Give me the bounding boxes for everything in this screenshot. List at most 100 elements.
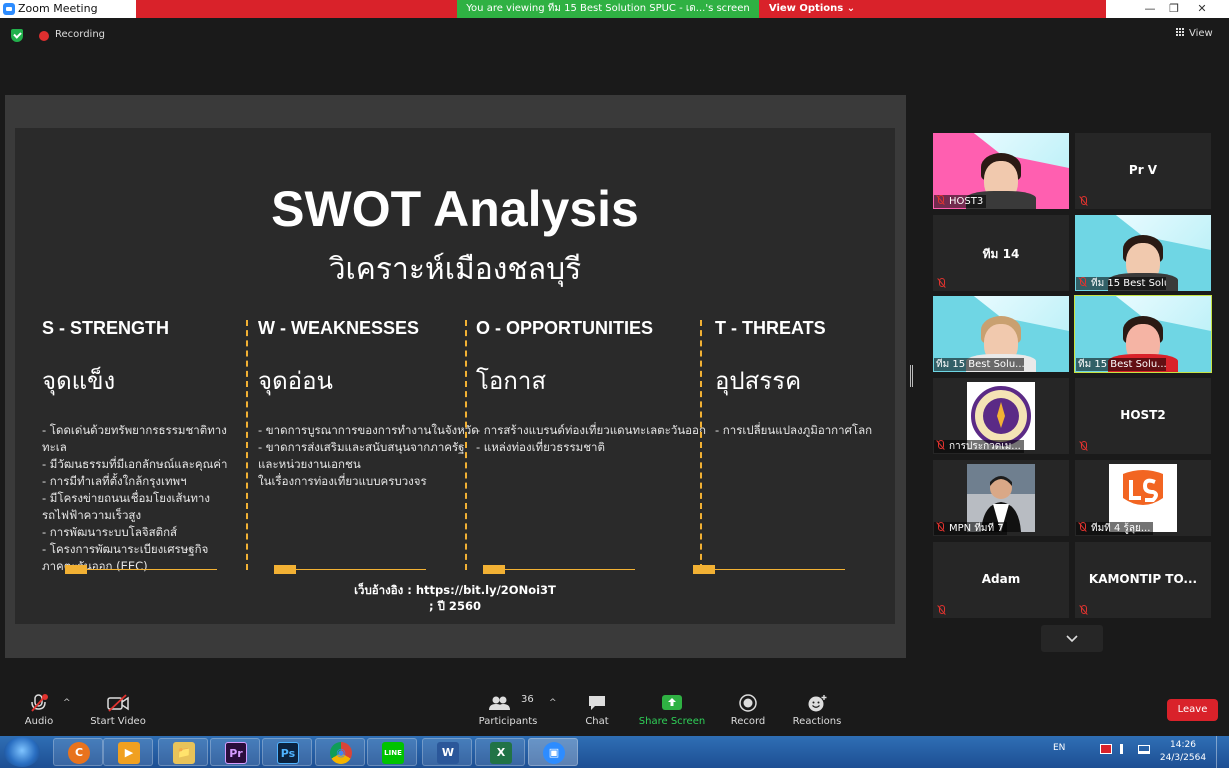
- action-center-flag-icon[interactable]: [1100, 744, 1112, 754]
- taskbar-app-file-explorer[interactable]: 📁: [158, 738, 208, 766]
- window-title: Zoom Meeting: [18, 2, 98, 15]
- audio-options-caret[interactable]: ^: [63, 698, 71, 708]
- participant-tile[interactable]: ทีม 15 Best Solu...: [1075, 215, 1211, 291]
- list-item: - มีโครงข่ายถนนเชื่อมโยงเส้นทาง: [42, 491, 211, 505]
- mic-muted-icon: [1079, 441, 1088, 451]
- view-options-button[interactable]: View Options ⌄: [762, 0, 862, 18]
- list-item: - การพัฒนาระบบโลจิสติกส์: [42, 525, 178, 539]
- swot-slide: SWOT Analysis วิเคราะห์เมืองชลบุรี S - S…: [15, 128, 895, 624]
- list-item: รถไฟฟ้าความเร็วสูง: [42, 508, 142, 522]
- participant-name-label: MPN ทีมที่ 7: [934, 522, 1007, 535]
- participant-name: Pr V: [1128, 163, 1158, 177]
- slide-source: เว็บอ้างอิง : https://bit.ly/2ONoi3T ; ป…: [15, 582, 895, 614]
- taskbar-app-line[interactable]: LINE: [367, 738, 417, 766]
- column-heading: O - OPPORTUNITIES: [476, 318, 654, 338]
- column-thai-heading: โอกาส: [476, 367, 546, 395]
- restore-button[interactable]: ❐: [1164, 1, 1184, 16]
- chat-label: Chat: [585, 716, 609, 727]
- taskbar-app-zoom[interactable]: ▣: [528, 738, 578, 766]
- chat-icon: [589, 696, 605, 710]
- reactions-button[interactable]: Reactions: [782, 694, 852, 727]
- mic-muted-icon: [936, 522, 945, 532]
- swot-column-opportunities: O - OPPORTUNITIES โอกาส - การสร้างแบรนด์…: [476, 318, 706, 456]
- participant-tile[interactable]: ทีม 14: [933, 215, 1069, 291]
- column-thai-heading: อุปสรรค: [715, 367, 802, 395]
- close-button[interactable]: ✕: [1192, 1, 1212, 16]
- column-heading: S - STRENGTH: [42, 318, 170, 338]
- source-year: ; ปี 2560: [429, 599, 481, 613]
- taskbar-app-excel[interactable]: X: [475, 738, 525, 766]
- list-item: - การเปลี่ยนแปลงภูมิอากาศโลก: [715, 423, 873, 437]
- participant-tile[interactable]: ทีมที่ 4 รู้ลุย...: [1075, 460, 1211, 536]
- taskbar-app-word[interactable]: W: [422, 738, 472, 766]
- column-items: - การสร้างแบรนด์ท่องเที่ยวแดนทะเลตะวันออ…: [476, 422, 706, 456]
- participant-name-label: การประกวดเม...: [934, 440, 1024, 453]
- excel-icon: X: [490, 742, 512, 764]
- column-divider: [246, 320, 248, 570]
- show-desktop-button[interactable]: [1216, 736, 1229, 768]
- taskbar-app-media-player[interactable]: ▶: [103, 738, 153, 766]
- participant-tile[interactable]: Adam: [933, 542, 1069, 618]
- participant-tile[interactable]: Pr V: [1075, 133, 1211, 209]
- zoom-app-icon: [3, 3, 15, 15]
- network-icon[interactable]: [1138, 745, 1150, 754]
- participant-name: HOST2: [1120, 408, 1166, 422]
- participant-tile[interactable]: HOST2: [1075, 378, 1211, 454]
- system-clock[interactable]: 14:26 24/3/2564: [1157, 739, 1209, 765]
- share-screen-button[interactable]: Share Screen: [637, 694, 707, 727]
- mic-muted-icon: [1078, 522, 1087, 532]
- participant-tile[interactable]: KAMONTIP TO...: [1075, 542, 1211, 618]
- word-icon: W: [437, 742, 459, 764]
- splitter-handle[interactable]: [910, 365, 913, 387]
- media-player-icon: ▶: [118, 742, 140, 764]
- mic-muted-icon: [1079, 196, 1088, 206]
- participant-tile-active-speaker[interactable]: ทีม 15 Best Solu...: [1074, 295, 1212, 373]
- participant-tile[interactable]: HOST3: [933, 133, 1069, 209]
- column-divider: [700, 320, 702, 570]
- list-item: ทะเล: [42, 440, 67, 454]
- volume-icon[interactable]: [1120, 744, 1129, 754]
- photoshop-icon: Ps: [277, 742, 299, 764]
- taskbar-app-ccleaner[interactable]: C: [53, 738, 103, 766]
- column-thai-heading: จุดอ่อน: [258, 367, 333, 395]
- folder-icon: 📁: [173, 742, 195, 764]
- column-heading: T - THREATS: [715, 318, 826, 338]
- mic-muted-icon: [31, 694, 48, 712]
- premiere-icon: Pr: [225, 742, 247, 764]
- record-label: Record: [730, 716, 766, 727]
- security-shield-icon[interactable]: [11, 29, 23, 42]
- taskbar-app-chrome[interactable]: ◉: [315, 738, 365, 766]
- participants-options-caret[interactable]: ^: [549, 698, 557, 708]
- participant-name-label: ทีม 15 Best Solu...: [1076, 277, 1166, 290]
- column-divider: [465, 320, 467, 570]
- meeting-toolbar: Audio ^ Start Video Participants 36 ^ Ch…: [0, 686, 1229, 736]
- windows-start-button[interactable]: [4, 737, 40, 767]
- participant-tile[interactable]: ทีม 15 Best Solu...: [933, 296, 1069, 372]
- underline-marker: [274, 565, 296, 574]
- record-button[interactable]: Record: [713, 694, 783, 727]
- gallery-next-page-button[interactable]: [1041, 625, 1103, 652]
- participant-count: 36: [521, 694, 534, 705]
- reactions-smiley-icon: [808, 695, 827, 712]
- language-indicator[interactable]: EN: [1053, 743, 1065, 753]
- list-item: และหน่วยงานเอกชน: [258, 457, 361, 471]
- window-titlebar: Zoom Meeting You are viewing ทีม 15 Best…: [0, 0, 1229, 18]
- chat-button[interactable]: Chat: [562, 694, 632, 727]
- slide-title: SWOT Analysis: [271, 181, 639, 237]
- ccleaner-icon: C: [68, 742, 90, 764]
- start-video-button[interactable]: Start Video: [83, 694, 153, 727]
- leave-button[interactable]: Leave: [1167, 699, 1218, 721]
- zoom-icon: ▣: [543, 742, 565, 764]
- recording-icon: [39, 31, 49, 41]
- taskbar-app-photoshop[interactable]: Ps: [262, 738, 312, 766]
- participant-name: ทีม 15 Best Solu...: [1078, 359, 1166, 370]
- minimize-button[interactable]: —: [1140, 1, 1160, 16]
- list-item: - มีวัฒนธรรมที่มีเอกลักษณ์และคุณค่า: [42, 457, 228, 471]
- participant-tile[interactable]: การประกวดเม...: [933, 378, 1069, 454]
- list-item: - การสร้างแบรนด์ท่องเที่ยวแดนทะเลตะวันออ…: [476, 423, 706, 437]
- taskbar-app-premiere[interactable]: Pr: [210, 738, 260, 766]
- participant-tile[interactable]: MPN ทีมที่ 7: [933, 460, 1069, 536]
- view-button[interactable]: View: [1176, 28, 1213, 39]
- view-label: View: [1189, 28, 1213, 39]
- source-url: เว็บอ้างอิง : https://bit.ly/2ONoi3T: [354, 583, 556, 597]
